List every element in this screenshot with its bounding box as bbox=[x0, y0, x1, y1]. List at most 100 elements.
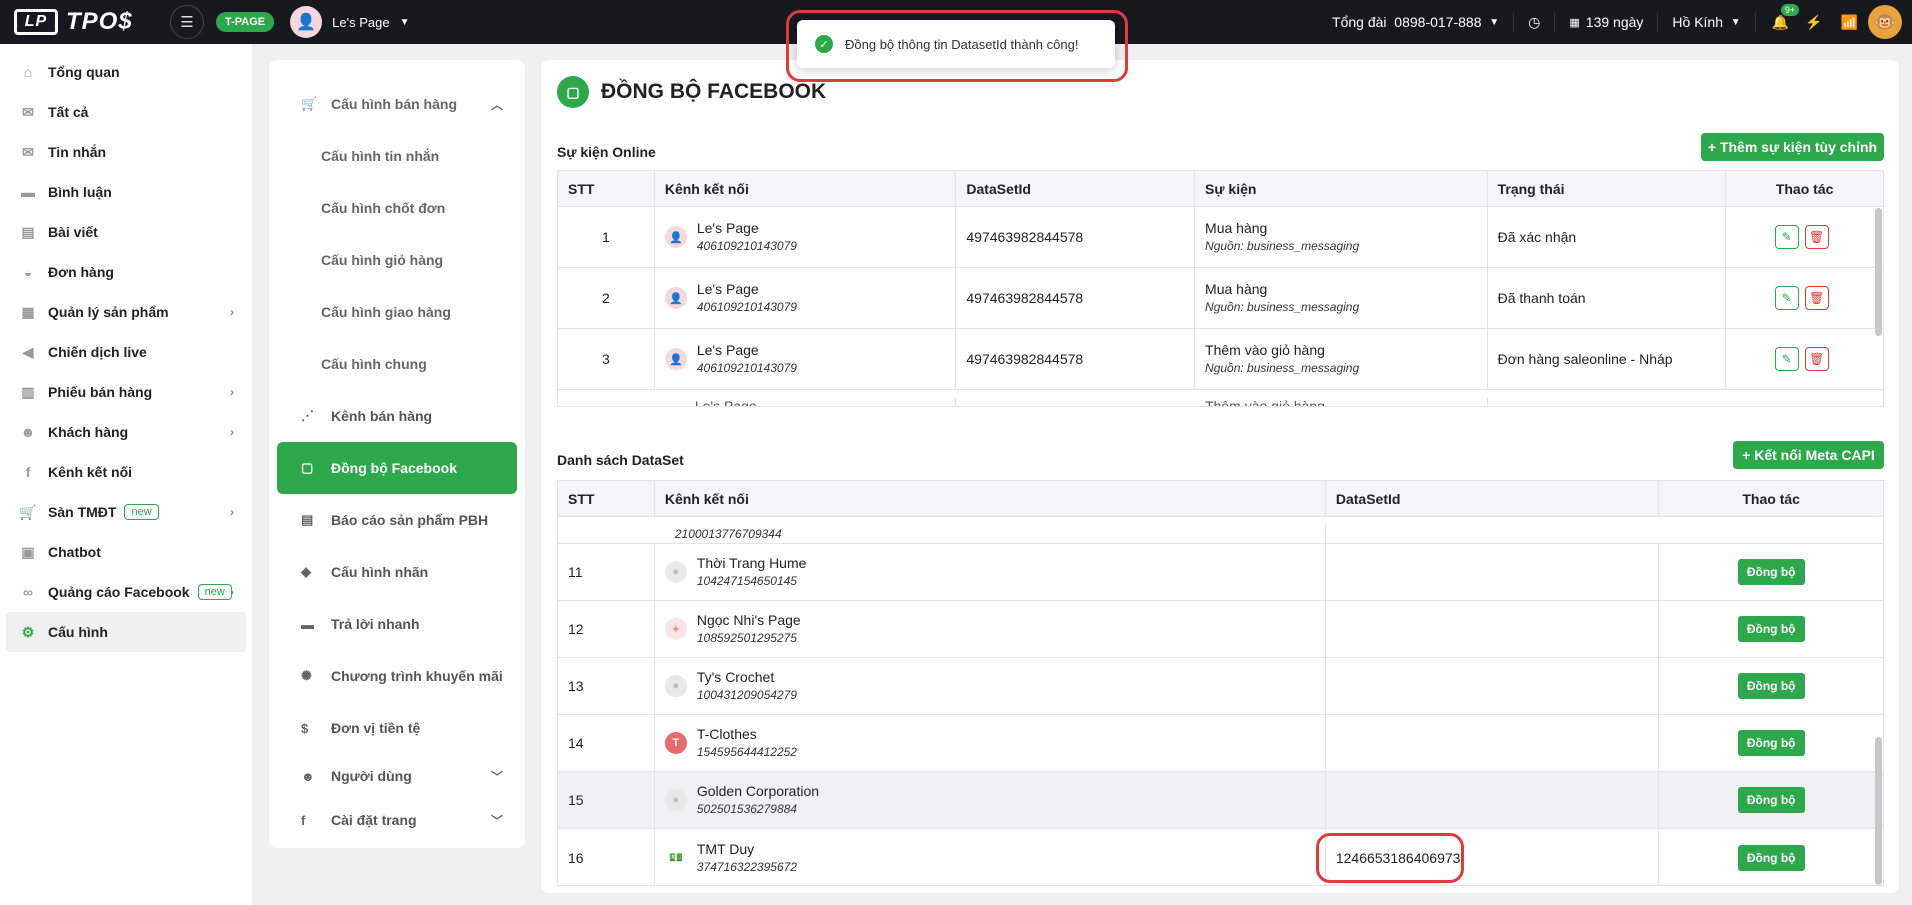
subnav-item-promotions[interactable]: ✺ Chương trình khuyến mãi bbox=[277, 650, 517, 702]
subnav-item-page-settings[interactable]: f Cài đặt trang ﹀ bbox=[277, 798, 517, 842]
add-custom-event-button[interactable]: + Thêm sự kiện tùy chỉnh bbox=[1701, 133, 1884, 161]
sync-button[interactable]: Đồng bộ bbox=[1737, 787, 1805, 813]
subnav-child-cart[interactable]: Cấu hình giỏ hàng bbox=[269, 234, 525, 286]
sidebar-item-label: Đơn hàng bbox=[48, 264, 114, 280]
col-header: STT bbox=[558, 171, 655, 206]
subnav-item-sales-channel[interactable]: ⋰ Kênh bán hàng bbox=[277, 390, 517, 442]
sidebar-item-products[interactable]: ▦ Quản lý sản phẩm › bbox=[6, 292, 246, 332]
sync-button[interactable]: Đồng bộ bbox=[1737, 559, 1805, 585]
subnav-item-facebook-sync[interactable]: ▢ Đồng bộ Facebook bbox=[277, 442, 517, 494]
sidebar-item-channels[interactable]: f Kênh kết nối bbox=[6, 452, 246, 492]
col-header: Sự kiện bbox=[1195, 171, 1488, 206]
edit-icon[interactable]: ✎ bbox=[1774, 225, 1799, 249]
lightning-icon[interactable]: ⚡ bbox=[1797, 12, 1830, 32]
sidebar-item-label: Chiến dịch live bbox=[48, 344, 147, 360]
cell-actions: ✎ 🗑 bbox=[1726, 268, 1883, 328]
subnav-child-general[interactable]: Cấu hình chung bbox=[269, 338, 525, 390]
sync-button[interactable]: Đồng bộ bbox=[1737, 730, 1805, 756]
sidebar-item-marketplace[interactable]: 🛒 Sàn TMĐT new › bbox=[6, 492, 246, 532]
subnav-child-closing[interactable]: Cấu hình chốt đơn bbox=[269, 182, 525, 234]
col-header: Thao tác bbox=[1775, 180, 1834, 197]
page-avatar[interactable]: 👤 bbox=[290, 6, 323, 38]
hotline[interactable]: Tổng đài 0898-017-888 ▼ bbox=[1318, 12, 1515, 32]
cell-status: Đã xác nhận bbox=[1488, 207, 1727, 267]
sidebar-item-chatbot[interactable]: ▣ Chatbot bbox=[6, 532, 246, 572]
sidebar-item-settings[interactable]: ⚙ Cấu hình bbox=[6, 612, 246, 652]
table-row: 13 ● Ty's Crochet 100431209054279 Đồng bộ bbox=[558, 658, 1883, 715]
bell-icon[interactable]: 🔔 9+ bbox=[1772, 3, 1800, 31]
cell-stt: 3 bbox=[558, 329, 655, 389]
sidebar-item-live[interactable]: ◀ Chiến dịch live bbox=[6, 332, 246, 372]
user-menu[interactable]: Hồ Kính ▼ bbox=[1658, 12, 1756, 32]
subnav-item-pbh-report[interactable]: ▤ Báo cáo sản phẩm PBH bbox=[277, 494, 517, 546]
cell-stt: 1 bbox=[558, 207, 655, 267]
sidebar-item-posts[interactable]: ▤ Bài viết bbox=[6, 212, 246, 252]
subnav-item-currency[interactable]: $ Đơn vị tiền tệ bbox=[277, 702, 517, 754]
cell-channel: ● Golden Corporation 502501536279884 bbox=[655, 772, 1326, 828]
events-scrollbar[interactable] bbox=[1875, 208, 1882, 336]
col-header: Kênh kết nối bbox=[655, 171, 957, 206]
meta-icon: ∞ bbox=[23, 584, 33, 600]
event-source: Nguồn: business_messaging bbox=[1205, 361, 1360, 375]
subnav-child-shipping[interactable]: Cấu hình giao hàng bbox=[269, 286, 525, 338]
sidebar-item-all[interactable]: ✉ Tất cả bbox=[6, 92, 246, 132]
sidebar-item-overview[interactable]: ⌂ Tổng quan bbox=[6, 52, 246, 92]
cell-stt: 12 bbox=[558, 601, 655, 657]
dataset-table: STT Kênh kết nối DataSetId Thao tác 2100… bbox=[557, 480, 1884, 886]
sidebar-item-orders[interactable]: ◒ Đơn hàng bbox=[6, 252, 246, 292]
sync-button[interactable]: Đồng bộ bbox=[1737, 844, 1805, 871]
history-icon[interactable]: ◷ bbox=[1514, 12, 1556, 32]
table-row: 15 ● Golden Corporation 502501536279884 Đồ… bbox=[558, 772, 1883, 829]
chevron-down-icon: ﹀ bbox=[490, 813, 503, 828]
cell-dataset-id: 497463982844578 bbox=[956, 207, 1196, 267]
dollar-icon: $ bbox=[301, 720, 309, 736]
trash-icon[interactable]: 🗑 bbox=[1804, 225, 1829, 249]
cell-actions: Đồng bộ bbox=[1659, 829, 1883, 885]
cell-status: Đơn hàng saleonline - Nháp bbox=[1488, 329, 1727, 389]
subnav-item-quick-reply[interactable]: ▬ Trả lời nhanh bbox=[277, 598, 517, 650]
chevron-down-icon[interactable]: ▼ bbox=[400, 17, 410, 28]
hotline-number: 0898-017-888 bbox=[1394, 14, 1482, 30]
cell-dataset-id bbox=[1326, 544, 1660, 600]
edit-icon[interactable]: ✎ bbox=[1774, 286, 1799, 310]
user-avatar[interactable]: 🐵 bbox=[1868, 5, 1902, 39]
sidebar-item-messages[interactable]: ✉ Tin nhắn bbox=[6, 132, 246, 172]
sidebar-item-fb-ads[interactable]: ∞ Quảng cáo Facebook new › bbox=[6, 572, 246, 612]
subnav-group-sales[interactable]: 🛒 Cấu hình bán hàng ︿ bbox=[277, 78, 517, 130]
cell-channel: 2100013776709344 bbox=[655, 525, 1326, 543]
cart-icon: 🛒 bbox=[19, 503, 37, 520]
sync-button[interactable]: Đồng bộ bbox=[1737, 616, 1805, 642]
subnav-label: Cài đặt trang bbox=[331, 812, 417, 828]
brand-logo[interactable]: LP TPO$ bbox=[14, 8, 170, 36]
page-selector-label[interactable]: Le's Page bbox=[332, 15, 389, 30]
cell-status: Đã thanh toán bbox=[1488, 268, 1727, 328]
sidebar-item-label: Cấu hình bbox=[48, 624, 108, 640]
channel-id: 406109210143079 bbox=[696, 361, 797, 375]
chevron-down-icon: ▼ bbox=[1489, 16, 1500, 28]
edit-icon[interactable]: ✎ bbox=[1774, 347, 1799, 371]
trash-icon[interactable]: 🗑 bbox=[1804, 347, 1829, 371]
subnav-label: Cấu hình nhãn bbox=[331, 564, 429, 580]
subnav-child-messages[interactable]: Cấu hình tin nhắn bbox=[269, 130, 525, 182]
avatar: T bbox=[664, 732, 687, 754]
chart-icon: ▤ bbox=[301, 512, 314, 527]
sidebar-item-customers[interactable]: ☻ Khách hàng › bbox=[6, 412, 246, 452]
trash-icon[interactable]: 🗑 bbox=[1804, 286, 1829, 310]
sidebar-item-comments[interactable]: ▬ Bình luận bbox=[6, 172, 246, 212]
cell-actions: Đồng bộ bbox=[1659, 772, 1883, 828]
subnav-item-labels[interactable]: ◆ Cấu hình nhãn bbox=[277, 546, 517, 598]
subnav-label: Người dùng bbox=[331, 768, 412, 784]
table-row: 12 ✦ Ngọc Nhi's Page 108592501295275 Đồng … bbox=[558, 601, 1883, 658]
connect-meta-capi-button[interactable]: + Kết nối Meta CAPI bbox=[1733, 441, 1884, 469]
menu-toggle-button[interactable]: ☰ bbox=[170, 5, 204, 39]
sync-button[interactable]: Đồng bộ bbox=[1737, 673, 1805, 699]
highlight-ring-dataset bbox=[1316, 833, 1464, 883]
dataset-scrollbar[interactable] bbox=[1875, 737, 1882, 885]
sidebar-item-label: Chatbot bbox=[48, 544, 101, 560]
cell-dataset-id bbox=[1326, 772, 1660, 828]
sidebar-item-label: Phiếu bán hàng bbox=[48, 384, 153, 400]
subscription-days[interactable]: ▦ 139 ngày bbox=[1555, 12, 1659, 32]
mail-icon: ✉ bbox=[22, 143, 34, 160]
sidebar-item-receipts[interactable]: ▥ Phiếu bán hàng › bbox=[6, 372, 246, 412]
subnav-item-users[interactable]: ☻ Người dùng ﹀ bbox=[277, 754, 517, 798]
